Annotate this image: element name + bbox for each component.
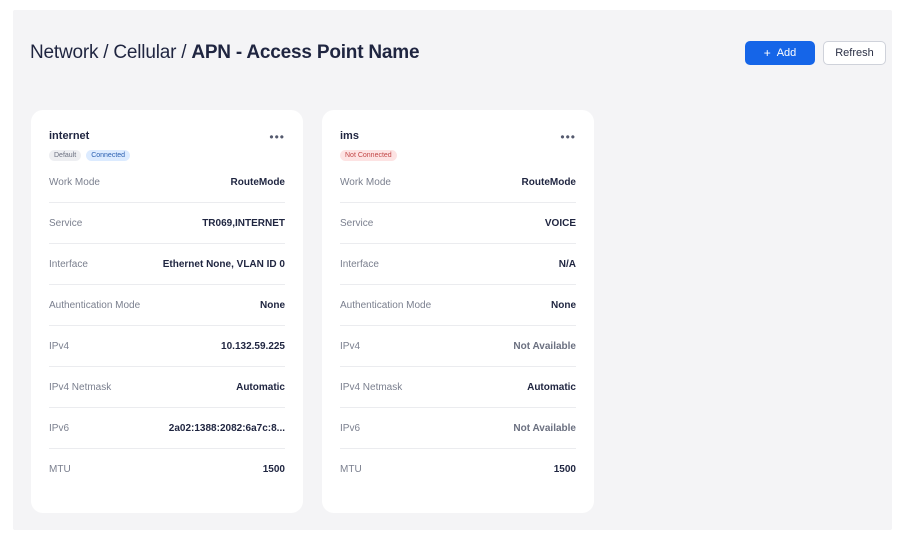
property-value: Automatic [527,381,576,393]
property-row: Work Mode RouteMode [340,162,576,203]
property-row: Interface N/A [340,244,576,285]
property-value: Not Available [513,422,576,434]
property-value: 1500 [553,463,576,475]
breadcrumb-separator: / [181,42,187,63]
property-value: Ethernet None, VLAN ID 0 [162,258,285,270]
property-label: IPv4 [49,340,70,352]
property-value: 2a02:1388:2082:6a7c:8... [168,422,285,434]
property-value: N/A [558,258,576,270]
add-button[interactable]: + Add [745,41,815,65]
breadcrumb-separator: / [103,42,109,63]
apn-card-list: internet ••• Default Connected Work Mode Rout… [31,110,594,513]
property-value: 10.132.59.225 [221,340,285,352]
more-horizontal-icon[interactable]: ••• [560,131,576,143]
property-row: Service VOICE [340,203,576,244]
apn-properties: Work Mode RouteMode Service TR069,INTERNET I… [49,162,285,489]
property-label: Work Mode [49,176,100,188]
status-badges: Default Connected [49,150,285,161]
property-row: Work Mode RouteMode [49,162,285,203]
apn-properties: Work Mode RouteMode Service VOICE Interface N… [340,162,576,489]
property-row: IPv6 2a02:1388:2082:6a7c:8... [49,408,285,449]
more-horizontal-icon[interactable]: ••• [269,131,285,143]
property-label: MTU [340,463,362,475]
breadcrumb: Network / Cellular / APN - Access Point Name [30,42,420,64]
property-label: Interface [49,258,88,270]
property-row: MTU 1500 [340,449,576,489]
property-row: IPv6 Not Available [340,408,576,449]
property-row: Authentication Mode None [49,285,285,326]
property-row: Authentication Mode None [340,285,576,326]
refresh-button[interactable]: Refresh [823,41,886,65]
property-row: MTU 1500 [49,449,285,489]
property-label: Service [49,217,83,229]
property-label: IPv6 [340,422,361,434]
apn-name: internet [49,130,90,142]
apn-name: ims [340,130,359,142]
property-label: IPv4 [340,340,361,352]
status-badges: Not Connected [340,150,576,161]
header-actions: + Add Refresh [745,41,886,65]
property-row: IPv4 Netmask Automatic [49,367,285,408]
property-label: Authentication Mode [340,299,432,311]
status-badge-connected: Connected [86,150,131,161]
card-header: internet ••• [49,130,285,143]
card-header: ims ••• [340,130,576,143]
breadcrumb-network[interactable]: Network [30,42,98,63]
add-button-label: Add [776,47,797,59]
property-value: None [260,299,285,311]
property-label: IPv4 Netmask [49,381,112,393]
property-row: IPv4 10.132.59.225 [49,326,285,367]
status-badge-notconnected: Not Connected [340,150,397,161]
property-row: IPv4 Not Available [340,326,576,367]
property-value: TR069,INTERNET [202,217,285,229]
property-row: Interface Ethernet None, VLAN ID 0 [49,244,285,285]
property-label: Authentication Mode [49,299,141,311]
property-value: None [551,299,576,311]
property-value: Automatic [236,381,285,393]
apn-card-ims: ims ••• Not Connected Work Mode RouteMode Ser… [322,110,594,513]
property-label: Service [340,217,374,229]
property-label: IPv6 [49,422,70,434]
property-label: IPv4 Netmask [340,381,403,393]
content-panel: Network / Cellular / APN - Access Point Name… [13,10,892,530]
property-row: IPv4 Netmask Automatic [340,367,576,408]
property-value: Not Available [513,340,576,352]
page-title: APN - Access Point Name [191,42,420,63]
page-header: Network / Cellular / APN - Access Point Name… [30,38,886,68]
apn-card-internet: internet ••• Default Connected Work Mode Rout… [31,110,303,513]
property-label: Interface [340,258,379,270]
property-row: Service TR069,INTERNET [49,203,285,244]
property-value: RouteMode [521,176,576,188]
property-label: MTU [49,463,71,475]
plus-icon: + [763,46,771,60]
property-value: RouteMode [230,176,285,188]
breadcrumb-cellular[interactable]: Cellular [113,42,176,63]
status-badge-default: Default [49,150,82,161]
property-label: Work Mode [340,176,391,188]
property-value: 1500 [262,463,285,475]
property-value: VOICE [544,217,576,229]
